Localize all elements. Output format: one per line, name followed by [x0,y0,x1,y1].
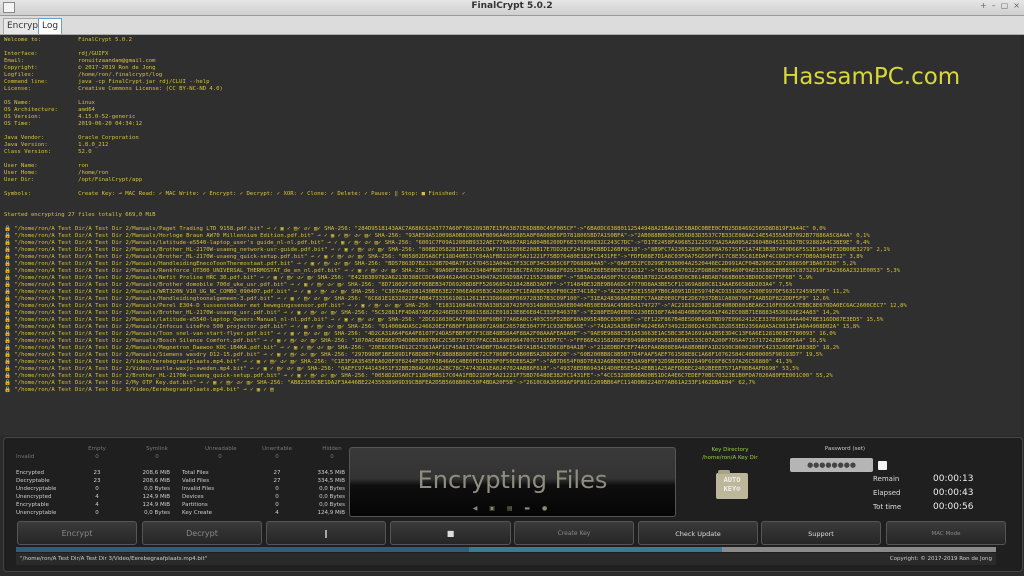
stats-header: Symlink [146,446,168,452]
create-key-button[interactable]: Create Key [514,521,634,545]
stats-count: 0 [275,502,279,508]
key-directory-path: /home/ron/A Key Dir [702,455,758,461]
auto-key-folder-icon[interactable]: AUTO KEY⊙ [716,470,748,499]
stats-label: Unencryptable [16,510,57,516]
key-directory-title: Key Directory [711,447,749,453]
stats-label: Encryptable [16,502,49,508]
stats-size: 0,0 Bytes [319,502,345,508]
decrypt-button[interactable]: Decrypt [142,521,262,545]
stats-label: Decryptable [16,478,50,484]
tab-bar: Encrypt Log [0,16,1024,35]
stats-count: 27 [273,478,281,484]
stats-size: 208,6 MiB [142,478,170,484]
stats-invalid-value: 0 [218,454,222,460]
auto-key-label: AUTO [723,476,741,484]
window-controls: + – ▢ × [980,1,1020,10]
pin-icon[interactable]: + [980,1,987,10]
maximize-icon[interactable]: ▢ [1001,1,1009,10]
stats-size: 124,9 MiB [317,510,345,516]
stats-label: Total Files [182,470,209,476]
status-bar: "/home/ron/A Test Dir/A Test Dir 3/Video… [16,553,996,565]
stats-header: Empty [88,446,106,452]
stats-label: Key Create [182,510,212,516]
stats-header: Unreadable [205,446,237,452]
stats-invalid-label: Invalid [16,454,35,460]
stats-count: 23 [93,478,101,484]
stats-label: Partitions [182,502,208,508]
stats-count: 23 [93,470,101,476]
close-icon[interactable]: × [1013,1,1020,10]
remain-label: Remain [873,475,900,483]
stats-count: 4 [95,494,99,500]
auto-key-label-2: KEY⊙ [723,485,741,493]
stats-invalid-value: 0 [95,454,99,460]
stats-size: 0,0 Bytes [144,510,170,516]
status-symbols-icons: ◀ ▣ ▤ ▬ ● [472,505,553,512]
stats-size: 334,5 MiB [317,478,345,484]
password-field[interactable]: ●●●●●●●● [790,458,873,472]
stats-size: 0,0 Bytes [144,486,170,492]
stats-invalid-value: 0 [330,454,334,460]
stats-count: 27 [273,470,281,476]
stats-count: 0 [275,494,279,500]
stats-header: Unwritable [262,446,292,452]
watermark: HassamPC.com [782,64,961,90]
stats-count: 0 [95,510,99,516]
pause-button[interactable]: ‖ [266,521,386,545]
stats-count: 4 [95,502,99,508]
password-label: Password (set) [824,446,866,452]
encrypt-button[interactable]: Encrypt [17,521,137,545]
total-time-value: 00:00:56 [933,502,974,512]
stats-size: 0,0 Bytes [319,494,345,500]
stats-label: Encrypted [16,470,45,476]
status-message: Encrypting Files [417,466,608,494]
elapsed-label: Elapsed [873,489,901,497]
stats-count: 4 [275,510,279,516]
log-panel[interactable]: Welcome to: FinalCrypt 5.0.2 Interface: … [0,35,1020,435]
stats-label: Undecryptable [16,486,57,492]
remain-value: 00:00:13 [933,474,974,484]
total-time-label: Tot time [873,503,902,511]
window-title: FinalCrypt 5.0.2 [471,1,553,11]
stats-label: Unencrypted [16,494,52,500]
check-update-button[interactable]: Check Update [638,521,758,545]
stats-label: Invalid Files [182,486,215,492]
progress-bar-total [16,547,996,552]
stats-size: 0,0 Bytes [319,486,345,492]
minimize-icon[interactable]: – [992,1,996,10]
stats-invalid-value: 0 [275,454,279,460]
title-bar: FinalCrypt 5.0.2 + – ▢ × [0,0,1024,16]
elapsed-value: 00:00:43 [933,488,974,498]
copyright-text: Copyright: © 2017-2019 Ron de Jong [889,556,992,562]
stats-size: 124,9 MiB [142,494,170,500]
status-display: Encrypting Files ◀ ▣ ▤ ▬ ● [349,447,676,517]
stats-label: Devices [182,494,204,500]
progress-file-fill [16,547,470,552]
stats-label: Valid Files [182,478,210,484]
show-password-checkbox[interactable] [878,461,887,470]
stats-size: 124,9 MiB [142,502,170,508]
stop-button[interactable]: ■ [390,521,511,545]
support-button[interactable]: Support [761,521,881,545]
stats-count: 0 [275,486,279,492]
stats-invalid-value: 0 [155,454,159,460]
key-directory: Key Directory /home/ron/A Key Dir [695,446,765,462]
stats-size: 208,6 MiB [142,470,170,476]
stats-header: Hidden [322,446,342,452]
mac-mode-button[interactable]: MAC Mode [886,521,1006,545]
tab-log[interactable]: Log [38,18,63,34]
current-file: "/home/ron/A Test Dir/A Test Dir 3/Video… [20,556,208,562]
stats-count: 0 [95,486,99,492]
stats-size: 334,5 MiB [317,470,345,476]
